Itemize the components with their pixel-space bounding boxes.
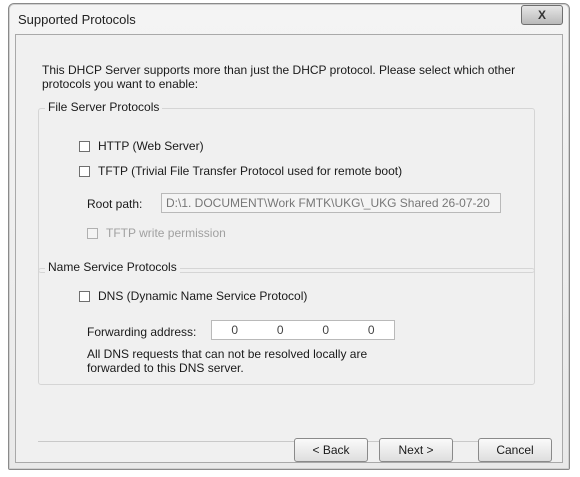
dialog-window: Supported Protocols X This DHCP Server s… bbox=[8, 3, 570, 470]
http-label: HTTP (Web Server) bbox=[98, 139, 204, 153]
ip-octet-3[interactable]: 0 bbox=[303, 321, 349, 339]
title-bar[interactable]: Supported Protocols X bbox=[9, 4, 569, 34]
tftp-option[interactable]: TFTP (Trivial File Transfer Protocol use… bbox=[79, 164, 402, 178]
file-server-group-label: File Server Protocols bbox=[45, 100, 163, 114]
tftp-write-option[interactable]: TFTP write permission bbox=[87, 226, 226, 240]
back-button[interactable]: < Back bbox=[294, 438, 368, 462]
ip-octet-1[interactable]: 0 bbox=[212, 321, 258, 339]
file-server-protocols-group: File Server Protocols HTTP (Web Server) … bbox=[38, 100, 535, 273]
ip-octet-2[interactable]: 0 bbox=[258, 321, 304, 339]
ip-octet-4[interactable]: 0 bbox=[349, 321, 395, 339]
dns-option[interactable]: DNS (Dynamic Name Service Protocol) bbox=[79, 289, 307, 303]
tftp-write-label: TFTP write permission bbox=[106, 226, 226, 240]
root-path-field[interactable]: D:\1. DOCUMENT\Work FMTK\UKG\_UKG Shared… bbox=[161, 193, 501, 213]
window-title: Supported Protocols bbox=[18, 12, 136, 27]
tftp-write-checkbox[interactable] bbox=[87, 227, 98, 239]
forwarding-address-label: Forwarding address: bbox=[87, 325, 197, 339]
intro-text: This DHCP Server supports more than just… bbox=[42, 63, 516, 91]
tftp-checkbox[interactable] bbox=[79, 165, 90, 177]
next-button[interactable]: Next > bbox=[379, 438, 453, 462]
close-button[interactable]: X bbox=[521, 5, 563, 25]
root-path-label: Root path: bbox=[87, 197, 143, 211]
forwarding-address-field[interactable]: 0 0 0 0 bbox=[211, 320, 395, 340]
http-option[interactable]: HTTP (Web Server) bbox=[79, 139, 204, 153]
tftp-label: TFTP (Trivial File Transfer Protocol use… bbox=[98, 164, 403, 178]
name-service-group-label: Name Service Protocols bbox=[45, 260, 180, 274]
dns-forwarding-note: All DNS requests that can not be resolve… bbox=[87, 347, 368, 375]
dns-checkbox[interactable] bbox=[79, 290, 90, 302]
http-checkbox[interactable] bbox=[79, 140, 90, 152]
close-icon: X bbox=[537, 8, 546, 22]
dialog-client-area: This DHCP Server supports more than just… bbox=[15, 34, 563, 463]
button-separator bbox=[38, 441, 538, 442]
name-service-protocols-group: Name Service Protocols DNS (Dynamic Name… bbox=[38, 260, 535, 385]
dns-label: DNS (Dynamic Name Service Protocol) bbox=[98, 289, 308, 303]
cancel-button[interactable]: Cancel bbox=[478, 438, 552, 462]
